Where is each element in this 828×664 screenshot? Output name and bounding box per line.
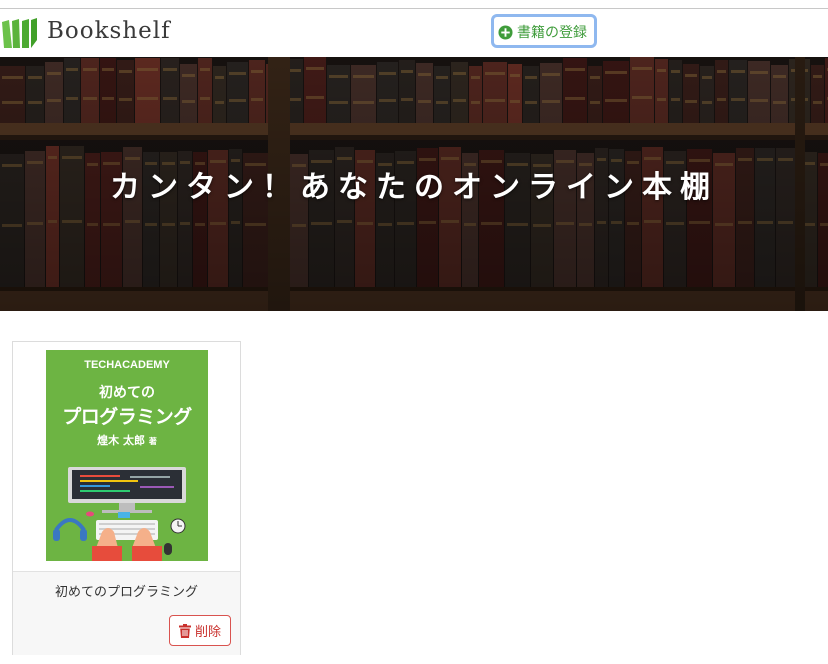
navbar: Bookshelf 書籍の登録 — [0, 9, 828, 58]
register-book-label: 書籍の登録 — [517, 25, 587, 41]
hero-title: カンタン！あなたのオンライン本棚 — [110, 170, 718, 205]
plus-circle-icon — [498, 24, 513, 40]
delete-book-button[interactable]: 削除 — [169, 615, 231, 646]
cover-title-line2: プログラミング — [62, 406, 192, 428]
cover-author: 煌木 太郎 著 — [46, 432, 208, 448]
delete-book-label: 削除 — [194, 625, 221, 640]
book-card-footer: 初めてのプログラミング 削除 — [13, 571, 240, 655]
register-book-button-content[interactable]: 書籍の登録 — [498, 21, 590, 43]
book-card: TECHACADEMY 初めての プログラミング 煌木 太郎 著 初めてのプログ… — [12, 341, 241, 655]
trash-icon — [178, 623, 191, 638]
window-top-edge — [0, 0, 828, 9]
cover-author-suffix: 著 — [148, 437, 157, 446]
bookshelf-logo-icon[interactable] — [0, 16, 40, 50]
cover-title-line1: 初めての — [99, 385, 155, 401]
cover-publisher: TECHACADEMY — [84, 359, 170, 371]
hero-banner: カンタン！あなたのオンライン本棚 — [0, 57, 828, 311]
cover-author-name: 煌木 太郎 — [97, 434, 145, 447]
book-cover-image[interactable]: TECHACADEMY 初めての プログラミング 煌木 太郎 著 — [46, 350, 208, 561]
book-title: 初めてのプログラミング — [54, 585, 198, 600]
register-book-button[interactable]: 書籍の登録 — [491, 14, 597, 48]
brand-title[interactable]: Bookshelf — [47, 18, 171, 44]
